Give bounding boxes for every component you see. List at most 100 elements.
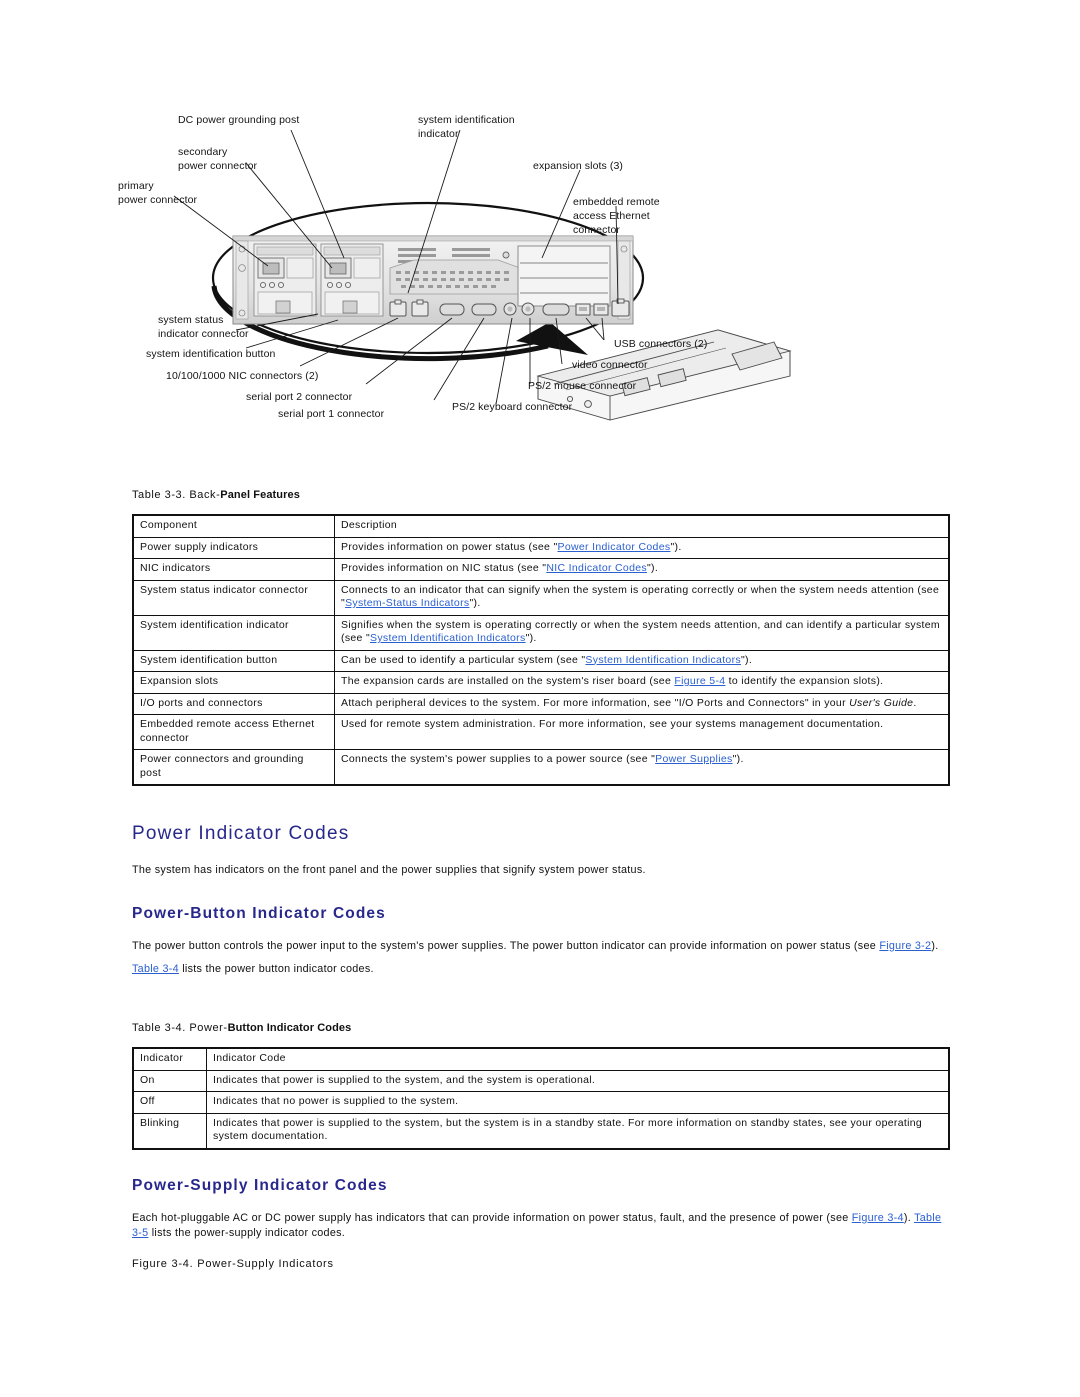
- table-row: NIC indicators Provides information on N…: [132, 558, 950, 581]
- table-3-3-caption-bold: Panel Features: [220, 489, 300, 501]
- table-3-4-caption-plain: Table 3-4. Power-: [132, 1022, 228, 1034]
- table-row: Power connectors and grounding post Conn…: [132, 749, 950, 786]
- callout-secondary-power-connector-line1: secondary: [178, 146, 228, 158]
- power-button-indicator-codes-table: Indicator Indicator Code On Indicates th…: [132, 1047, 950, 1150]
- cell-description: Signifies when the system is operating c…: [334, 614, 950, 651]
- callout-primary-power-connector-line1: primary: [118, 180, 154, 192]
- desc-text-post: ").: [732, 753, 744, 765]
- link-figure-5-4[interactable]: Figure 5-4: [674, 675, 725, 687]
- cell-indicator: On: [132, 1069, 207, 1092]
- callout-system-identification-button: system identification button: [146, 348, 276, 360]
- cell-component: Power supply indicators: [132, 536, 335, 559]
- column-header-description: Description: [334, 514, 950, 538]
- desc-text-italic: User's Guide: [849, 696, 914, 709]
- callout-system-identification-indicator-line2: indicator: [418, 128, 459, 140]
- callout-system-identification-indicator-line1: system identification: [418, 114, 515, 126]
- link-power-indicator-codes[interactable]: Power Indicator Codes: [558, 541, 671, 553]
- callout-embedded-remote-line2: access Ethernet: [573, 210, 650, 222]
- callout-ps2-keyboard: PS/2 keyboard connector: [452, 401, 573, 413]
- link-system-identification-indicators-2[interactable]: System Identification Indicators: [585, 654, 741, 666]
- link-system-status-indicators[interactable]: System-Status Indicators: [345, 597, 469, 609]
- cell-description: Provides information on power status (se…: [334, 536, 950, 559]
- desc-text-post: ").: [525, 632, 537, 644]
- column-header-component: Component: [132, 514, 335, 538]
- desc-text-post: ").: [670, 540, 682, 553]
- table-3-4-caption-bold: Button Indicator Codes: [227, 1022, 352, 1034]
- table-row: On Indicates that power is supplied to t…: [132, 1069, 950, 1092]
- table-3-4-caption: Table 3-4. Power-Button Indicator Codes: [132, 1021, 950, 1035]
- desc-text: Attach peripheral devices to the system.…: [341, 696, 850, 709]
- desc-text: Connects the system's power supplies to …: [341, 753, 656, 765]
- back-panel-figure: DC power grounding post secondary power …: [118, 108, 818, 438]
- cell-component: Expansion slots: [132, 671, 335, 694]
- callout-primary-power-connector-line2: power connector: [118, 194, 198, 206]
- table-row: System identification button Can be used…: [132, 649, 950, 672]
- table-row: Off Indicates that no power is supplied …: [132, 1091, 950, 1114]
- cell-indicator: Off: [132, 1091, 207, 1114]
- desc-text: Used for remote system administration. F…: [341, 718, 884, 730]
- table-header-row: Indicator Indicator Code: [132, 1047, 950, 1071]
- table-row: Power supply indicators Provides informa…: [132, 536, 950, 559]
- table-row: Expansion slots The expansion cards are …: [132, 671, 950, 694]
- para-text: The power button controls the power inpu…: [132, 940, 880, 952]
- cell-description: The expansion cards are installed on the…: [334, 671, 950, 694]
- link-table-3-4[interactable]: Table 3-4: [132, 963, 179, 975]
- cell-component: Power connectors and grounding post: [132, 749, 335, 786]
- cell-component: I/O ports and connectors: [132, 692, 335, 715]
- callout-dc-power-grounding-post: DC power grounding post: [178, 114, 300, 126]
- cell-component: System identification button: [132, 649, 335, 672]
- link-power-supplies[interactable]: Power Supplies: [655, 753, 732, 765]
- heading-power-supply-indicator-codes: Power-Supply Indicator Codes: [132, 1176, 388, 1194]
- para-power-indicator-intro: The system has indicators on the front p…: [132, 864, 646, 876]
- cell-description: Used for remote system administration. F…: [334, 714, 950, 750]
- para-text-post: ).: [931, 940, 939, 952]
- callout-nic-connectors: 10/100/1000 NIC connectors (2): [166, 370, 319, 382]
- cell-component: NIC indicators: [132, 558, 335, 581]
- callout-usb-connectors: USB connectors (2): [614, 338, 708, 350]
- link-nic-indicator-codes[interactable]: NIC Indicator Codes: [546, 562, 647, 574]
- cell-description: Can be used to identify a particular sys…: [334, 649, 950, 672]
- callout-serial-port-1: serial port 1 connector: [278, 408, 385, 420]
- para-power-button-1: The power button controls the power inpu…: [132, 939, 950, 954]
- desc-text-post: ").: [740, 653, 753, 666]
- desc-text: The expansion cards are installed on the…: [341, 675, 675, 687]
- desc-text-post: ").: [646, 562, 659, 574]
- para-power-button-2: Table 3-4 lists the power button indicat…: [132, 962, 950, 977]
- link-figure-3-4[interactable]: Figure 3-4: [852, 1212, 904, 1224]
- desc-text-post: to identify the expansion slots).: [725, 675, 884, 687]
- desc-text-post: ").: [469, 597, 481, 609]
- heading-power-button-indicator-codes: Power-Button Indicator Codes: [132, 905, 386, 922]
- heading-power-indicator-codes: Power Indicator Codes: [132, 823, 350, 844]
- cell-component: System status indicator connector: [132, 579, 335, 616]
- table-row: Blinking Indicates that power is supplie…: [132, 1112, 950, 1149]
- para-power-supply: Each hot-pluggable AC or DC power supply…: [132, 1211, 950, 1241]
- table-row: Embedded remote access Ethernet connecto…: [132, 714, 950, 750]
- link-figure-3-2[interactable]: Figure 3-2: [879, 940, 931, 952]
- desc-text: Provides information on NIC status (see …: [341, 562, 547, 574]
- callout-embedded-remote-line1: embedded remote: [573, 196, 660, 208]
- column-header-indicator-code: Indicator Code: [206, 1047, 950, 1071]
- callout-expansion-slots: expansion slots (3): [533, 160, 624, 172]
- cell-description: Connects the system's power supplies to …: [334, 749, 950, 786]
- cell-description: Connects to an indicator that can signif…: [334, 579, 950, 616]
- cell-component: Embedded remote access Ethernet connecto…: [132, 714, 335, 750]
- table-3-3-caption: Table 3-3. Back-Panel Features: [132, 488, 950, 502]
- document-page: DC power grounding post secondary power …: [0, 0, 1080, 1397]
- link-system-identification-indicators[interactable]: System Identification Indicators: [370, 632, 526, 644]
- para-text: Each hot-pluggable AC or DC power supply…: [132, 1211, 852, 1224]
- cell-indicator-code: Indicates that power is supplied to the …: [206, 1112, 950, 1149]
- document-content: Table 3-3. Back-Panel Features Component…: [132, 488, 950, 1271]
- callout-ps2-mouse: PS/2 mouse connector: [528, 380, 637, 392]
- desc-text-post: .: [913, 696, 917, 709]
- desc-text: Can be used to identify a particular sys…: [341, 653, 586, 666]
- callout-secondary-power-connector-line2: power connector: [178, 160, 258, 172]
- cell-component: System identification indicator: [132, 614, 335, 651]
- table-row: I/O ports and connectors Attach peripher…: [132, 692, 950, 715]
- table-3-3-caption-plain: Table 3-3. Back-: [132, 489, 221, 501]
- callout-serial-port-2: serial port 2 connector: [246, 391, 353, 403]
- desc-text: Provides information on power status (se…: [341, 540, 558, 553]
- column-header-indicator: Indicator: [132, 1047, 207, 1071]
- cell-indicator-code: Indicates that power is supplied to the …: [206, 1069, 950, 1092]
- callout-video-connector: video connector: [572, 359, 648, 371]
